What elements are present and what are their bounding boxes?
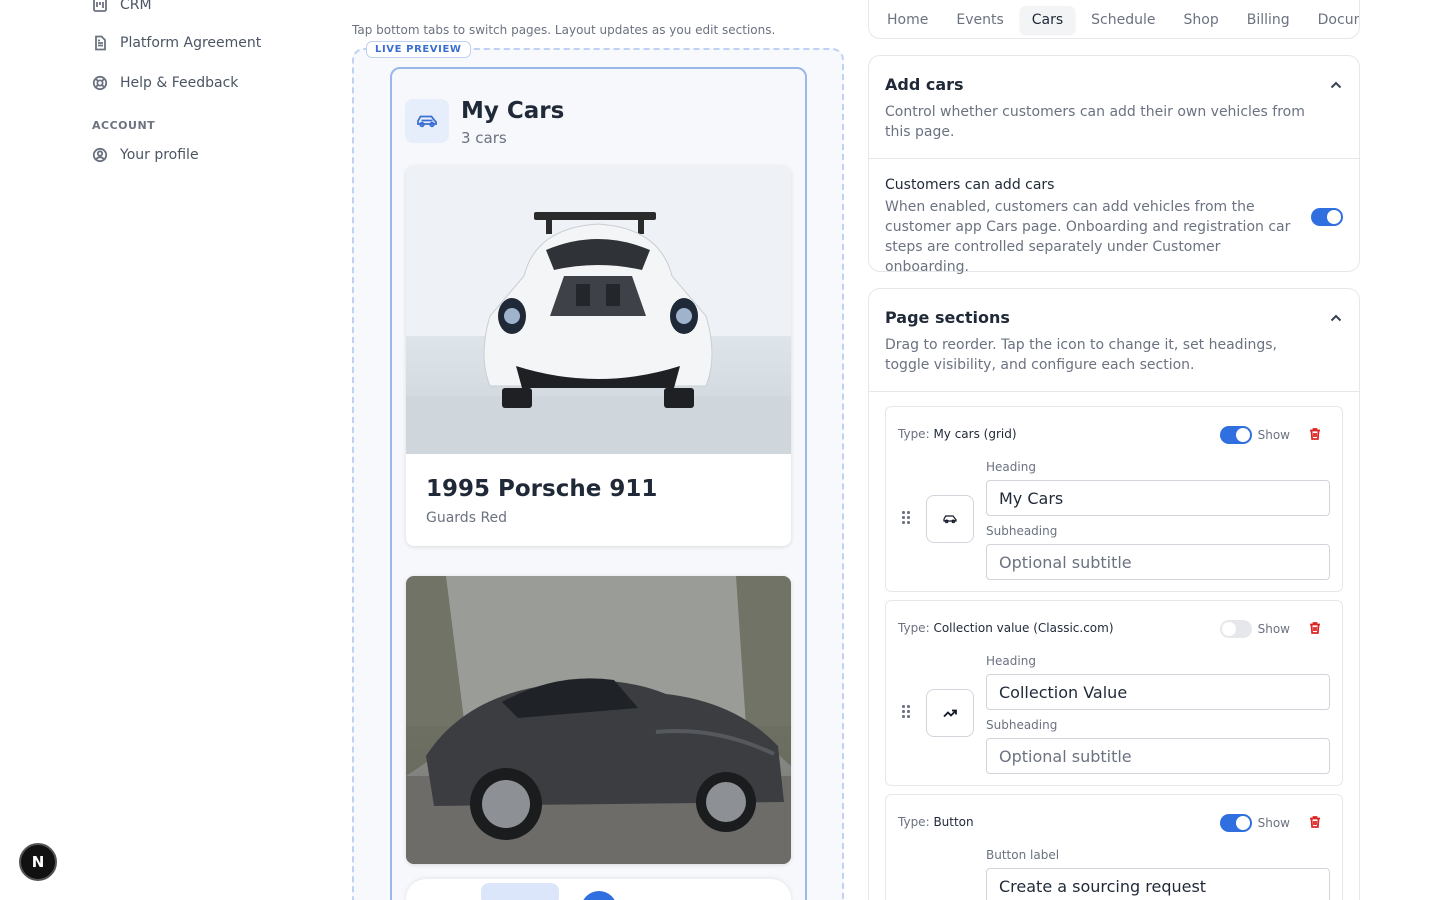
section-icon-button[interactable] (926, 495, 974, 543)
phone-preview: My Cars 3 cars 1995 Porsche 911 Guards R… (390, 67, 807, 900)
car-photo (406, 166, 791, 454)
lifebuoy-icon (92, 75, 108, 91)
panel-description: Control whether customers can add their … (885, 104, 1305, 140)
preview-hint: Tap bottom tabs to switch pages. Layout … (352, 23, 776, 37)
section-icon-button[interactable] (926, 689, 974, 737)
panel-description: Drag to reorder. Tap the icon to change … (885, 337, 1277, 373)
tab-shop[interactable]: Shop (1172, 6, 1231, 34)
section-show: Show (1219, 814, 1290, 832)
subheading-label: Subheading (986, 524, 1058, 538)
chevron-up-icon[interactable] (1329, 78, 1343, 92)
button-label-input[interactable] (986, 868, 1330, 900)
car-name: 1995 Porsche 911 (426, 476, 658, 502)
car-color: Guards Red (426, 510, 508, 526)
tab-cars[interactable]: Cars (1019, 5, 1076, 34)
panel-title: Add cars (885, 75, 964, 94)
section-type: Type: Collection value (Classic.com) (898, 621, 1114, 635)
drag-handle-icon[interactable] (902, 511, 910, 525)
tab-schedule[interactable]: Schedule (1079, 6, 1167, 34)
heading-input[interactable] (986, 674, 1330, 710)
trending-up-icon (943, 709, 957, 718)
car-card[interactable] (406, 576, 791, 864)
trash-icon[interactable] (1308, 815, 1322, 829)
sidebar-item-label: Your profile (120, 147, 199, 163)
tab-documents[interactable]: Documents (1306, 6, 1359, 34)
tab-billing[interactable]: Billing (1235, 6, 1302, 34)
section-card: Type: Button Show Button label (885, 794, 1343, 900)
heading-label: Heading (986, 654, 1036, 668)
car-icon (943, 515, 957, 524)
sidebar-section-account: ACCOUNT (92, 119, 156, 132)
show-label: Show (1257, 428, 1290, 442)
tab-events[interactable]: Events (944, 6, 1015, 34)
setting-title: Customers can add cars (885, 177, 1055, 193)
heading-label: Heading (986, 460, 1036, 474)
section-show-toggle[interactable] (1219, 620, 1252, 638)
sidebar-item-platform-agreement[interactable]: Platform Agreement (92, 35, 261, 51)
section-show-toggle[interactable] (1219, 426, 1252, 444)
add-cars-panel: Add cars Control whether customers can a… (868, 55, 1360, 275)
phone-page-header: My Cars 3 cars (405, 98, 565, 147)
subheading-input[interactable] (986, 738, 1330, 774)
sidebar-item-your-profile[interactable]: Your profile (92, 147, 199, 163)
phone-bottom-tabs[interactable] (406, 879, 791, 900)
subheading-label: Subheading (986, 718, 1058, 732)
chevron-up-icon[interactable] (1329, 311, 1343, 325)
customers-can-add-cars-row: Customers can add cars When enabled, cus… (869, 159, 1359, 295)
car-photo (406, 576, 791, 864)
user-circle-icon (92, 147, 108, 163)
bottom-tab-active[interactable] (481, 883, 559, 900)
section-card: Type: Collection value (Classic.com) Sho… (885, 600, 1343, 786)
add-cars-header[interactable]: Add cars Control whether customers can a… (869, 56, 1359, 159)
show-label: Show (1257, 622, 1290, 636)
trash-icon[interactable] (1308, 621, 1322, 635)
document-icon (95, 35, 106, 51)
crm-icon (93, 0, 107, 12)
panel-title: Page sections (885, 308, 1010, 327)
section-type: Type: My cars (grid) (898, 427, 1017, 441)
customers-can-add-cars-toggle[interactable] (1311, 208, 1343, 226)
tab-home[interactable]: Home (875, 6, 940, 34)
trash-icon[interactable] (1308, 427, 1322, 441)
avatar-button[interactable]: N (19, 843, 57, 881)
section-type: Type: Button (898, 815, 974, 829)
sidebar-item-label: Platform Agreement (120, 35, 262, 51)
section-card: Type: My cars (grid) Show Heading Subhea… (885, 406, 1343, 592)
sidebar-item-crm[interactable]: CRM (92, 0, 152, 13)
section-show: Show (1219, 620, 1290, 638)
bottom-tab-action[interactable] (581, 891, 617, 900)
sidebar-item-label: Help & Feedback (120, 75, 239, 91)
subheading-input[interactable] (986, 544, 1330, 580)
button-label-label: Button label (986, 848, 1060, 862)
page-tabs: Home Events Cars Schedule Shop Billing D… (868, 0, 1360, 39)
phone-page-title: My Cars (461, 98, 565, 124)
drag-handle-icon[interactable] (902, 705, 910, 719)
car-card[interactable]: 1995 Porsche 911 Guards Red (406, 166, 791, 546)
car-icon (405, 99, 449, 143)
section-show-toggle[interactable] (1219, 814, 1252, 832)
section-show: Show (1219, 426, 1290, 444)
sidebar-item-label: CRM (120, 0, 152, 13)
phone-page-subtitle: 3 cars (461, 129, 507, 147)
sidebar-item-help-feedback[interactable]: Help & Feedback (92, 75, 238, 91)
live-preview-badge: LIVE PREVIEW (366, 41, 471, 58)
heading-input[interactable] (986, 480, 1330, 516)
show-label: Show (1257, 816, 1290, 830)
setting-description: When enabled, customers can add vehicles… (885, 199, 1291, 275)
page-sections-header[interactable]: Page sections Drag to reorder. Tap the i… (869, 289, 1359, 392)
sidebar: CRM Platform Agreement Help & Feedback A… (0, 0, 330, 900)
